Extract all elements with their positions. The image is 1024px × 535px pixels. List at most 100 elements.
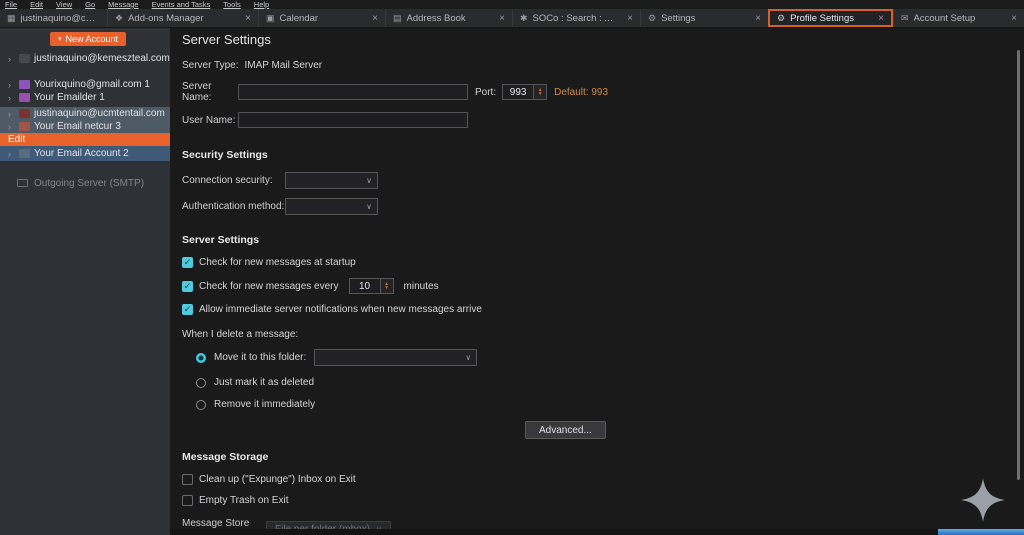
checkbox-row-notifications[interactable]: ✓ Allow immediate server notifications w…: [182, 304, 1024, 315]
settings-panel: Server Settings Server Type: IMAP Mail S…: [170, 28, 1024, 535]
radio-icon[interactable]: [196, 378, 206, 388]
port-label: Port:: [475, 87, 496, 98]
puzzle-icon: ❖: [115, 13, 123, 24]
gear-icon: ⚙: [648, 13, 656, 24]
tab-profile-settings[interactable]: ⚙ Profile Settings ×: [768, 9, 893, 27]
vertical-scrollbar[interactable]: [1017, 50, 1020, 480]
expander-icon[interactable]: ›: [8, 80, 15, 90]
spin-down-icon[interactable]: ▾: [539, 92, 542, 97]
close-icon[interactable]: ×: [872, 13, 884, 24]
chevron-down-icon: ∨: [366, 202, 372, 211]
gear-icon: ⚙: [777, 13, 785, 24]
checkbox-row-clean-up[interactable]: Clean up ("Expunge") Inbox on Exit: [182, 474, 1024, 485]
server-name-label: Server Name:: [182, 81, 238, 103]
sidebar-account-4[interactable]: › justinaquino@ucmtentail.com ★: [0, 107, 170, 120]
minutes-spinner[interactable]: 10 ▴ ▾: [349, 278, 394, 294]
close-icon[interactable]: ×: [366, 13, 378, 24]
tab-settings[interactable]: ⚙ Settings ×: [640, 9, 768, 27]
message-storage-heading: Message Storage: [182, 451, 1024, 463]
menu-edit[interactable]: Edit: [30, 0, 43, 9]
port-spinner[interactable]: 993 ▴ ▾: [502, 84, 547, 100]
tab-bar: ▦ justinaquino@comonsteel.co ❖ Add-ons M…: [0, 9, 1024, 28]
checkbox-unchecked-icon[interactable]: [182, 495, 193, 506]
chevron-down-icon: ∨: [366, 176, 372, 185]
close-icon[interactable]: ×: [493, 13, 505, 24]
account-label: Your Emailder 1: [34, 92, 105, 103]
port-value[interactable]: 993: [502, 84, 534, 100]
radio-icon[interactable]: [196, 400, 206, 410]
checkbox-label: Empty Trash on Exit: [199, 495, 288, 506]
tab-mail-account[interactable]: ▦ justinaquino@comonsteel.co: [0, 9, 107, 27]
close-icon[interactable]: ×: [1005, 13, 1017, 24]
tab-label: justinaquino@comonsteel.co: [21, 13, 100, 24]
spin-down-icon[interactable]: ▾: [385, 286, 388, 291]
authentication-method-label: Authentication method:: [182, 201, 285, 212]
expander-icon[interactable]: ›: [8, 93, 15, 103]
port-default-label: Default: 993: [554, 87, 608, 98]
server-name-input[interactable]: [238, 84, 468, 100]
sparkle-watermark: [960, 477, 1006, 523]
close-icon[interactable]: ×: [621, 13, 633, 24]
edit-menu-item[interactable]: Edit: [0, 133, 170, 146]
checkbox-checked-icon[interactable]: ✓: [182, 281, 193, 292]
expander-icon[interactable]: ›: [8, 54, 15, 64]
menu-events-tasks[interactable]: Events and Tasks: [152, 0, 211, 9]
sidebar-account-6[interactable]: › Your Email Account 2: [0, 146, 170, 161]
radio-row-move-to-folder[interactable]: Move it to this folder: ∨: [196, 349, 1024, 366]
when-delete-label: When I delete a message:: [182, 329, 1024, 340]
tab-calendar[interactable]: ▣ Calendar ×: [258, 9, 385, 27]
radio-row-mark-deleted[interactable]: Just mark it as deleted: [196, 377, 1024, 388]
sidebar-account-2[interactable]: › Yourixquino@gmail.com 1: [0, 78, 170, 91]
checkbox-checked-icon[interactable]: ✓: [182, 257, 193, 268]
menu-help[interactable]: Help: [254, 0, 269, 9]
account-icon: [19, 122, 30, 131]
authentication-method-select[interactable]: ∨: [285, 198, 378, 215]
user-name-input[interactable]: [238, 112, 468, 128]
sidebar-account-3[interactable]: › Your Emailder 1: [0, 91, 170, 104]
account-icon: [19, 149, 30, 158]
advanced-button[interactable]: Advanced...: [525, 421, 606, 439]
checkbox-unchecked-icon[interactable]: [182, 474, 193, 485]
tab-address-book[interactable]: ▤ Address Book ×: [385, 9, 512, 27]
sidebar-account-1[interactable]: › justinaquino@kemeszteal.com ★: [0, 52, 170, 65]
account-label: justinaquino@ucmtentail.com: [34, 108, 165, 119]
chevron-down-icon: ▾: [58, 35, 62, 43]
expander-icon[interactable]: ›: [8, 122, 15, 132]
tab-addons-manager[interactable]: ❖ Add-ons Manager ×: [107, 9, 258, 27]
checkbox-label: Check for new messages every: [199, 281, 339, 292]
expander-icon[interactable]: ›: [8, 109, 15, 119]
spinner-arrows[interactable]: ▴ ▾: [534, 84, 547, 100]
radio-row-remove-immediately[interactable]: Remove it immediately: [196, 399, 1024, 410]
server-type-value: IMAP Mail Server: [245, 60, 323, 71]
radio-selected-icon[interactable]: [196, 353, 206, 363]
tab-addons-search[interactable]: ✱ SOCo : Search : Add-ons ×: [512, 9, 640, 27]
menu-message[interactable]: Message: [108, 0, 138, 9]
connection-security-select[interactable]: ∨: [285, 172, 378, 189]
checkbox-row-empty-trash[interactable]: Empty Trash on Exit: [182, 495, 1024, 506]
new-account-button[interactable]: ▾ New Account: [50, 32, 126, 46]
sidebar-account-5[interactable]: › Your Email netcur 3: [0, 120, 170, 133]
horizontal-scrollbar[interactable]: [938, 529, 1024, 535]
expander-icon[interactable]: ›: [8, 149, 15, 159]
menu-view[interactable]: View: [56, 0, 72, 9]
checkbox-row-startup[interactable]: ✓ Check for new messages at startup: [182, 257, 1024, 268]
menu-file[interactable]: File: [5, 0, 17, 9]
minutes-value[interactable]: 10: [349, 278, 381, 294]
menu-go[interactable]: Go: [85, 0, 95, 9]
selected-account-group: › justinaquino@ucmtentail.com ★ › Your E…: [0, 107, 170, 133]
close-icon[interactable]: ×: [749, 13, 761, 24]
account-icon: [19, 109, 30, 118]
spinner-arrows[interactable]: ▴ ▾: [381, 278, 394, 294]
account-icon: [19, 93, 30, 102]
checkbox-row-check-every[interactable]: ✓ Check for new messages every 10 ▴ ▾ mi…: [182, 278, 1024, 294]
menu-tools[interactable]: Tools: [223, 0, 241, 9]
checkbox-checked-icon[interactable]: ✓: [182, 304, 193, 315]
checkbox-label: Clean up ("Expunge") Inbox on Exit: [199, 474, 356, 485]
radio-label: Just mark it as deleted: [214, 377, 314, 388]
tab-account-setup[interactable]: ✉ Account Setup ×: [893, 9, 1024, 27]
delete-folder-select[interactable]: ∨: [314, 349, 477, 366]
pinwheel-icon: ✱: [520, 13, 528, 24]
sidebar-item-smtp[interactable]: Outgoing Server (SMTP): [0, 176, 170, 190]
close-icon[interactable]: ×: [239, 13, 251, 24]
page-title: Server Settings: [182, 32, 1024, 47]
